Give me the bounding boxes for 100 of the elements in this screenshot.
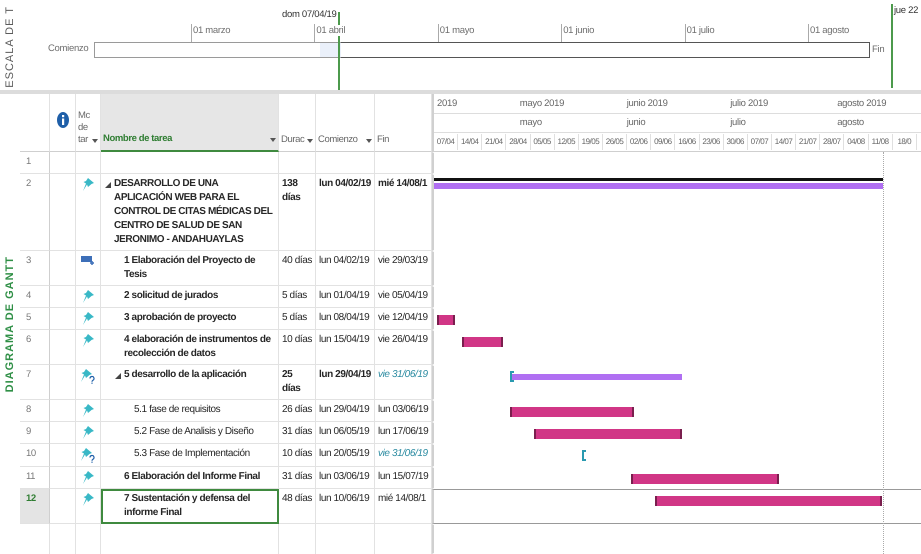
finish-date-cell	[375, 152, 432, 174]
task-name: 3 aprobación de proyecto	[124, 311, 236, 325]
row-number[interactable]: 4	[20, 286, 50, 308]
finish-date-cell: vie 31/06/19	[375, 444, 432, 467]
task-name-cell[interactable]: 5.1 fase de requisitos	[101, 400, 279, 422]
timescale-week-label: 23/06	[700, 134, 724, 150]
timescale-month-label: mayo 2019	[520, 98, 564, 109]
task-name-cell[interactable]: 4 elaboración de instrumentos de recolección de datos	[101, 330, 279, 365]
row-number[interactable]: 7	[20, 365, 50, 400]
finish-date-cell: lun 15/07/19	[375, 467, 432, 489]
row-number[interactable]: 5	[20, 308, 50, 330]
dropdown-caret-icon[interactable]	[366, 139, 372, 143]
timescale-month-label: 2019	[437, 98, 457, 109]
timescale-week-label: 09/06	[651, 134, 676, 150]
info-icon	[56, 112, 68, 128]
start-date-cell: lun 06/05/19	[316, 422, 375, 444]
row-number[interactable]: 12	[20, 489, 50, 524]
collapse-triangle-icon[interactable]	[115, 373, 121, 379]
task-bar[interactable]	[630, 474, 779, 484]
start-date-cell	[316, 152, 375, 174]
timescale-week-label: 21/04	[482, 134, 506, 150]
pin-icon	[82, 426, 94, 439]
task-name-cell[interactable]: 5.3 Fase de Implementación	[101, 444, 279, 467]
task-name-cell[interactable]	[101, 152, 279, 174]
start-date-cell: lun 04/02/19	[316, 251, 375, 286]
task-name: DESARROLLO DE UNA APLICACIÓN WEB PARA EL CONTROL DE CITAS MÉDICAS DEL CENTRO DE SALUD DE SAN JERONIMO - ANDAHUAYLAS	[114, 177, 274, 247]
row-number[interactable]: 6	[20, 330, 50, 365]
pin-icon	[82, 493, 94, 506]
task-name-cell[interactable]: 7 Sustentación y defensa del informe Final	[101, 489, 279, 524]
task-name: 2 solicitud de jurados	[124, 289, 218, 303]
pin-question-icon	[81, 369, 95, 384]
duration-cell: 48 días	[279, 489, 316, 524]
start-date-cell: lun 04/02/19	[316, 174, 375, 251]
task-bar[interactable]	[462, 337, 503, 347]
task-name: 5.2 Fase de Analisis y Diseño	[134, 425, 254, 439]
manual-start-bracket[interactable]	[582, 450, 586, 461]
start-date-cell: lun 08/04/19	[316, 308, 375, 330]
timescale-week-label: 18/0	[892, 134, 917, 150]
timescale-week-label: 28/07	[820, 134, 844, 150]
task-bar[interactable]	[437, 315, 455, 325]
duration-cell: 138 días	[279, 174, 316, 251]
timescale-week-label: 26/05	[602, 134, 628, 150]
task-name-cell[interactable]: 2 solicitud de jurados	[101, 286, 279, 308]
row-number[interactable]: 2	[20, 174, 50, 251]
start-date-cell: lun 15/04/19	[316, 330, 375, 365]
timescale-week-label: 21/07	[796, 134, 820, 150]
task-name-cell[interactable]: 5 desarrollo de la aplicación	[101, 365, 279, 400]
row-number[interactable]: 10	[20, 444, 50, 467]
dropdown-caret-icon[interactable]	[92, 139, 98, 143]
timeline-side-label: ESCALA DE T	[4, 6, 16, 88]
pin-icon	[82, 178, 94, 191]
timeline-month-label: 01 mayo	[440, 25, 474, 36]
duration-cell: 10 días	[279, 330, 316, 365]
timescale-week-label: 05/05	[530, 134, 555, 150]
finish-date-cell: lun 17/06/19	[375, 422, 432, 444]
timescale-month-label: junio 2019	[626, 98, 668, 109]
row-number[interactable]: 8	[20, 400, 50, 422]
timescale-week-label: 12/05	[554, 134, 579, 150]
row-number[interactable]: 11	[20, 467, 50, 489]
column-header[interactable]: Nombre de tarea	[101, 94, 279, 152]
timescale-month-label: junio	[626, 117, 646, 128]
column-header[interactable]: Comienzo	[316, 94, 375, 152]
task-name-cell[interactable]: 5.2 Fase de Analisis y Diseño	[101, 422, 279, 444]
task-name-cell[interactable]: 3 aprobación de proyecto	[101, 308, 279, 330]
task-bar[interactable]	[510, 407, 634, 417]
task-name-cell[interactable]: 6 Elaboración del Informe Final	[101, 467, 279, 489]
manual-start-bracket[interactable]	[510, 371, 514, 382]
column-header[interactable]: Fin	[375, 94, 432, 152]
timescale-week-label: 04/08	[844, 134, 869, 150]
task-name: 5.1 fase de requisitos	[134, 403, 220, 417]
dropdown-caret-icon[interactable]	[270, 138, 276, 142]
duration-cell	[279, 152, 316, 174]
column-header[interactable]	[50, 94, 76, 152]
timescale-week-label: 14/04	[458, 134, 482, 150]
timescale-week-label: 07/04	[434, 134, 458, 150]
timescale-week-label: 14/07	[772, 134, 796, 150]
column-header[interactable]: Mc de tar	[76, 94, 101, 152]
column-header[interactable]: Durac	[279, 94, 316, 152]
task-name-cell[interactable]: 1 Elaboración del Proyecto de Tesis	[101, 251, 279, 286]
finish-date-cell: mié 14/08/1	[375, 174, 432, 251]
pin-icon	[82, 471, 94, 484]
task-name: 6 Elaboración del Informe Final	[124, 470, 260, 484]
row-number[interactable]: 9	[20, 422, 50, 444]
task-bar[interactable]	[534, 429, 682, 439]
finish-date-cell: vie 12/04/19	[375, 308, 432, 330]
duration-cell: 31 días	[279, 467, 316, 489]
task-name: 1 Elaboración del Proyecto de Tesis	[124, 254, 256, 282]
row-number[interactable]: 1	[20, 152, 50, 174]
timescale-week-label: 07/07	[748, 134, 772, 150]
finish-date-cell: lun 03/06/19	[375, 400, 432, 422]
timescale-month-label: agosto	[837, 117, 864, 128]
dropdown-caret-icon[interactable]	[307, 139, 313, 143]
row-number[interactable]: 3	[20, 251, 50, 286]
task-name-cell[interactable]: DESARROLLO DE UNA APLICACIÓN WEB PARA EL CONTROL DE CITAS MÉDICAS DEL CENTRO DE SALUD DE SAN JERONIMO - ANDAHUAYLAS	[101, 174, 279, 251]
collapse-triangle-icon[interactable]	[105, 182, 111, 188]
timescale-month-label: mayo	[520, 117, 542, 128]
timescale-week-label: 19/05	[578, 134, 603, 150]
timescale-month-label: agosto 2019	[837, 98, 886, 109]
duration-cell: 10 días	[279, 444, 316, 467]
timescale-week-label: 28/04	[506, 134, 531, 150]
